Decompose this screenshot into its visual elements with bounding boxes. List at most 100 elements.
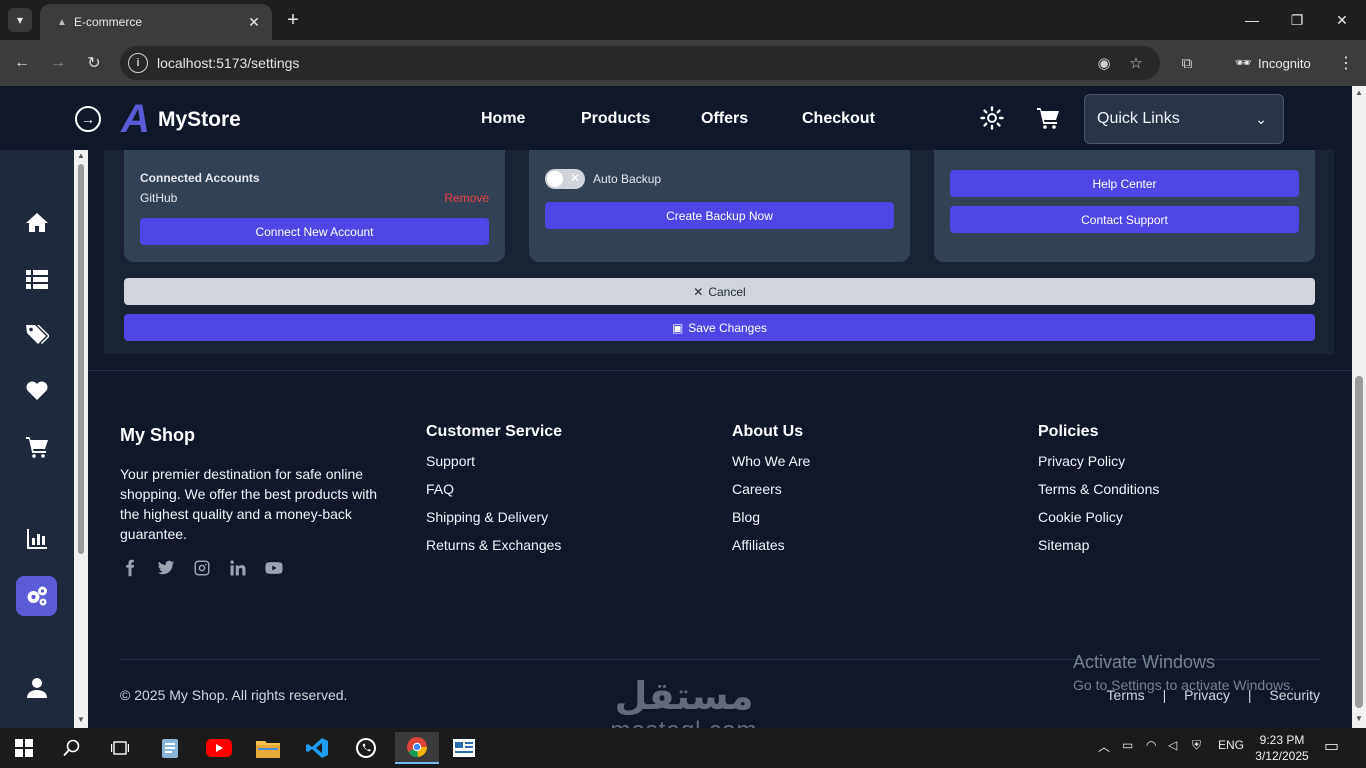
backup-card: ✕ Auto Backup Create Backup Now xyxy=(529,150,910,262)
nav-offers[interactable]: Offers xyxy=(701,110,748,128)
brand-logo[interactable]: A xyxy=(121,99,159,139)
youtube-app-icon[interactable] xyxy=(199,732,239,764)
sidebar-item-offers[interactable] xyxy=(16,315,57,355)
footer-link-careers[interactable]: Careers xyxy=(732,481,810,497)
reload-icon[interactable]: ↻ xyxy=(80,49,108,77)
volume-icon[interactable]: ◁ xyxy=(1168,738,1177,752)
twitter-icon[interactable] xyxy=(156,558,176,578)
file-explorer-icon[interactable] xyxy=(248,732,288,764)
footer-link-affiliates[interactable]: Affiliates xyxy=(732,537,810,553)
youtube-icon[interactable] xyxy=(264,558,284,578)
sidebar-item-wishlist[interactable] xyxy=(16,371,57,411)
activate-windows-overlay: Activate Windows Go to Settings to activ… xyxy=(1073,652,1294,693)
sidebar-item-settings[interactable] xyxy=(16,576,57,616)
language-indicator[interactable]: ENG xyxy=(1218,738,1244,752)
address-url[interactable]: localhost:5173/settings xyxy=(157,55,299,71)
incognito-label: Incognito xyxy=(1258,55,1311,71)
footer-link-faq[interactable]: FAQ xyxy=(426,481,562,497)
sidebar-item-home[interactable] xyxy=(16,203,57,243)
auto-backup-toggle[interactable]: ✕ xyxy=(545,169,585,189)
address-bar[interactable]: i localhost:5173/settings ◉ ☆ xyxy=(120,46,1160,80)
close-tab-icon[interactable]: ✕ xyxy=(244,12,264,32)
whatsapp-icon[interactable] xyxy=(346,732,386,764)
chrome-icon[interactable] xyxy=(395,732,439,764)
site-info-icon[interactable]: i xyxy=(128,53,148,73)
footer-link-returns[interactable]: Returns & Exchanges xyxy=(426,537,562,553)
social-links xyxy=(120,558,390,578)
scroll-up-icon[interactable]: ▲ xyxy=(77,152,85,160)
tray-expand-icon[interactable]: ︿ xyxy=(1098,738,1110,755)
more-menu-icon[interactable]: ⋮ xyxy=(1336,52,1356,74)
footer-heading: Policies xyxy=(1038,423,1099,440)
remove-account-link[interactable]: Remove xyxy=(444,191,489,205)
connect-account-button[interactable]: Connect New Account xyxy=(140,218,489,245)
shield-icon[interactable]: ⛨ xyxy=(1192,738,1201,753)
close-window-icon[interactable]: ✕ xyxy=(1322,6,1362,34)
wifi-icon[interactable]: ◠ xyxy=(1146,738,1156,752)
sidebar-item-list[interactable] xyxy=(16,259,57,299)
cart-icon xyxy=(25,437,48,458)
chevron-down-icon: ⌄ xyxy=(1255,111,1267,127)
scroll-down-icon[interactable]: ▼ xyxy=(77,716,85,724)
eye-off-icon[interactable]: ◉ xyxy=(1094,53,1114,73)
help-center-button[interactable]: Help Center xyxy=(950,170,1299,197)
footer-link-terms[interactable]: Terms & Conditions xyxy=(1038,481,1159,497)
theme-toggle-icon[interactable] xyxy=(979,105,1005,131)
footer-link-support[interactable]: Support xyxy=(426,453,562,469)
tab-search-icon[interactable]: ▾ xyxy=(8,8,32,32)
sidebar-item-profile[interactable] xyxy=(16,668,57,708)
windows-start-icon[interactable] xyxy=(4,732,44,764)
scroll-up-icon[interactable]: ▲ xyxy=(1355,88,1363,97)
browser-tab[interactable]: ▲ E-commerce ✕ xyxy=(40,4,272,40)
search-icon[interactable] xyxy=(52,732,92,764)
notifications-icon[interactable]: ▭ xyxy=(1324,736,1339,756)
task-view-icon[interactable] xyxy=(100,732,140,764)
footer-link-privacy-policy[interactable]: Privacy Policy xyxy=(1038,453,1159,469)
clock-time: 9:23 PM xyxy=(1259,733,1305,747)
create-backup-button[interactable]: Create Backup Now xyxy=(545,202,894,229)
vscode-icon[interactable] xyxy=(297,732,337,764)
page-scroll-thumb[interactable] xyxy=(1355,376,1363,708)
footer-link-blog[interactable]: Blog xyxy=(732,509,810,525)
activate-subtitle: Go to Settings to activate Windows. xyxy=(1073,677,1294,693)
connected-accounts-label: Connected Accounts xyxy=(140,171,260,185)
brand-name[interactable]: MyStore xyxy=(158,108,241,132)
sidebar-scroll-thumb[interactable] xyxy=(78,164,84,554)
nav-checkout[interactable]: Checkout xyxy=(802,110,875,128)
app-notepad-icon[interactable] xyxy=(150,732,190,764)
extensions-icon[interactable]: ⧉ xyxy=(1176,52,1198,74)
news-app-icon[interactable] xyxy=(444,732,484,764)
nav-products[interactable]: Products xyxy=(581,110,650,128)
new-tab-icon[interactable]: + xyxy=(282,8,304,32)
instagram-icon[interactable] xyxy=(192,558,212,578)
footer-link-cookie-policy[interactable]: Cookie Policy xyxy=(1038,509,1159,525)
facebook-icon[interactable] xyxy=(120,558,140,578)
sidebar-item-analytics[interactable] xyxy=(16,519,57,559)
star-icon[interactable]: ☆ xyxy=(1126,53,1146,73)
page-scrollbar[interactable]: ▲ ▼ xyxy=(1352,86,1366,728)
battery-icon[interactable]: ▭ xyxy=(1122,738,1133,752)
clock-date: 3/12/2025 xyxy=(1255,749,1309,763)
restore-icon[interactable]: ❐ xyxy=(1277,6,1317,34)
sidebar-scrollbar[interactable]: ▲ ▼ xyxy=(74,150,88,728)
footer-link-sitemap[interactable]: Sitemap xyxy=(1038,537,1159,553)
linkedin-icon[interactable] xyxy=(228,558,248,578)
cancel-button[interactable]: ✕ Cancel xyxy=(124,278,1315,305)
sidebar-item-cart[interactable] xyxy=(16,427,57,467)
incognito-indicator[interactable]: 🕶 Incognito xyxy=(1224,47,1322,79)
scroll-down-icon[interactable]: ▼ xyxy=(1355,714,1363,723)
nav-home[interactable]: Home xyxy=(481,110,525,128)
footer-link-who-we-are[interactable]: Who We Are xyxy=(732,453,810,469)
quick-links-select[interactable]: Quick Links ⌄ xyxy=(1084,94,1284,144)
footer-link-shipping[interactable]: Shipping & Delivery xyxy=(426,509,562,525)
contact-support-button[interactable]: Contact Support xyxy=(950,206,1299,233)
save-changes-button[interactable]: ▣ Save Changes xyxy=(124,314,1315,341)
site-header: → A MyStore Home Products Offers Checkou… xyxy=(0,86,1352,150)
cart-icon[interactable] xyxy=(1035,105,1061,131)
forward-icon[interactable]: → xyxy=(44,49,72,77)
login-icon[interactable]: → xyxy=(75,106,101,132)
taskbar-clock[interactable]: 9:23 PM 3/12/2025 xyxy=(1250,732,1314,764)
back-icon[interactable]: ← xyxy=(8,49,36,77)
minimize-icon[interactable]: — xyxy=(1232,6,1272,34)
close-icon: ✕ xyxy=(693,284,704,299)
